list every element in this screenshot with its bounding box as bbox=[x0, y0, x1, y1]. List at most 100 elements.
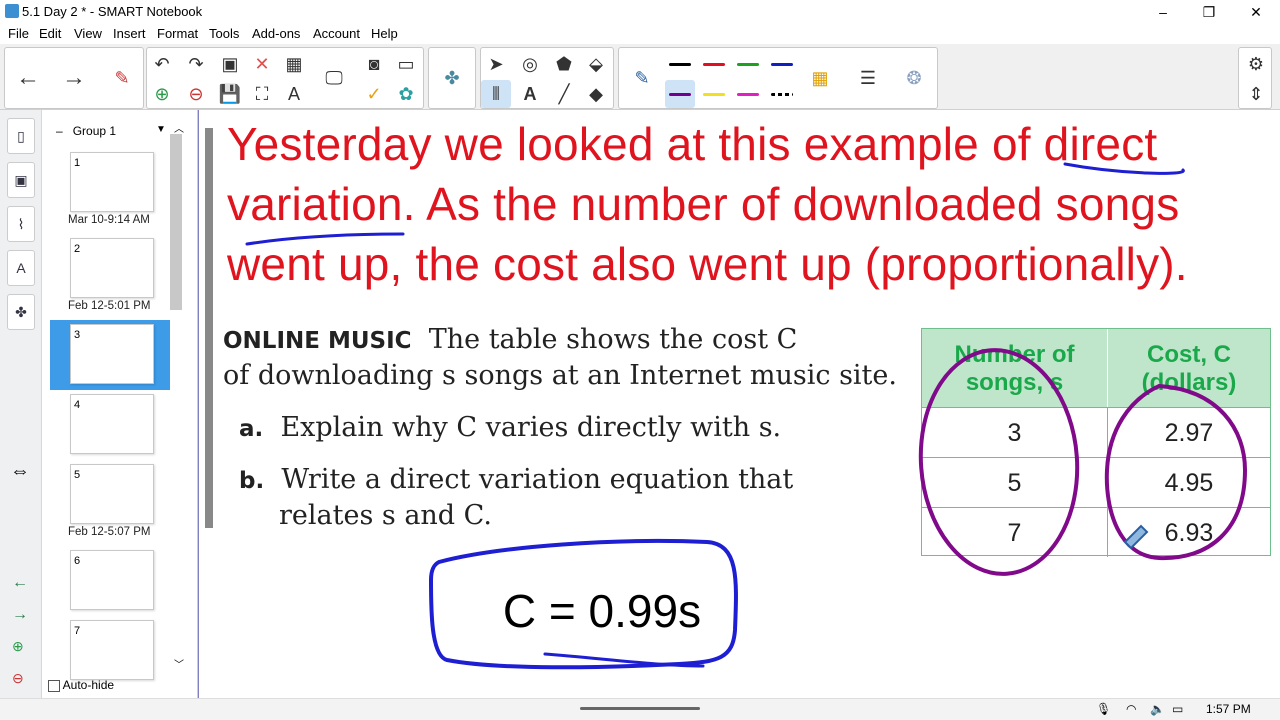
menu-format[interactable]: Format bbox=[157, 26, 198, 41]
gear-icon[interactable]: ⚙ bbox=[1241, 50, 1271, 78]
gallery-tab[interactable]: ▣ bbox=[7, 162, 35, 198]
page-thumbnail-6[interactable]: 6 bbox=[70, 550, 154, 610]
thumbnail-number: 7 bbox=[74, 625, 81, 637]
microphone-icon[interactable]: 🎙 bbox=[1096, 702, 1111, 716]
save-icon[interactable]: 💾 bbox=[215, 80, 245, 108]
fill-icon[interactable]: ⬙ bbox=[581, 50, 611, 78]
thumbnail-number: 6 bbox=[74, 555, 81, 567]
response-icon[interactable]: ✓ bbox=[359, 80, 389, 108]
pen-dashed-swatch[interactable] bbox=[767, 80, 797, 108]
page-thumbnail-7[interactable]: 7 bbox=[70, 620, 154, 680]
menu-insert[interactable]: Insert bbox=[113, 26, 146, 41]
toolbar: ← → ✎ ↶ ↷ ▣ ✕ ▦ ⊕ ⊖ 💾 ⛶ A 🖵 ◙ ▭ ✓ ✿ ✤ ➤ … bbox=[0, 44, 1280, 110]
capture-icon[interactable]: ◙ bbox=[359, 50, 389, 78]
properties-tab[interactable]: A bbox=[7, 250, 35, 286]
thumbnail-number: 5 bbox=[74, 469, 81, 481]
redo-icon[interactable]: ↷ bbox=[181, 50, 211, 78]
thumbnail-number: 3 bbox=[74, 329, 81, 341]
next-page-icon[interactable]: → bbox=[59, 64, 89, 92]
text-icon[interactable]: A bbox=[515, 80, 545, 108]
line-style-icon[interactable]: ☰ bbox=[853, 64, 883, 92]
ink-annotations[interactable] bbox=[199, 110, 1280, 698]
page-thumbnail-5[interactable]: 5 bbox=[70, 464, 154, 524]
menu-account[interactable]: Account bbox=[313, 26, 360, 41]
activity-builder-icon[interactable]: ✿ bbox=[391, 80, 421, 108]
menu-add-ons[interactable]: Add-ons bbox=[252, 26, 300, 41]
thumbnail-number: 2 bbox=[74, 243, 81, 255]
record-icon[interactable]: ▭ bbox=[391, 50, 421, 78]
resize-sidebar-icon[interactable]: ⇔ bbox=[10, 460, 30, 483]
select-icon[interactable]: ➤ bbox=[481, 50, 511, 78]
menu-help[interactable]: Help bbox=[371, 26, 398, 41]
screen-shade-icon[interactable]: 🖵 bbox=[319, 64, 349, 92]
add-page-icon[interactable]: ⊕ bbox=[147, 80, 177, 108]
fullscreen-icon[interactable]: ⛶ bbox=[247, 80, 277, 108]
minimize-button[interactable]: – bbox=[1148, 2, 1178, 22]
pen-black-swatch[interactable] bbox=[665, 50, 695, 78]
page-sorter-tab[interactable]: ▯ bbox=[7, 118, 35, 154]
menu-tools[interactable]: Tools bbox=[209, 26, 239, 41]
whiteboard-canvas[interactable]: Yesterday we looked at this example of d… bbox=[198, 110, 1280, 698]
page-thumbnail-3[interactable]: 3 bbox=[70, 324, 154, 384]
pen-blue-swatch[interactable] bbox=[767, 50, 797, 78]
table-icon[interactable]: ▦ bbox=[279, 50, 309, 78]
auto-hide-checkbox[interactable] bbox=[48, 679, 60, 692]
clear-page-icon[interactable]: ⊖ bbox=[181, 80, 211, 108]
page-thumbnail-2[interactable]: 2 bbox=[70, 238, 154, 298]
scroll-up-icon[interactable]: ︿ bbox=[174, 120, 184, 135]
pen-red-swatch[interactable] bbox=[699, 50, 729, 78]
pen-purple-swatch[interactable] bbox=[665, 80, 695, 108]
battery-icon[interactable]: ▭ bbox=[1172, 702, 1183, 716]
add-ons-icon[interactable]: ✤ bbox=[437, 64, 467, 92]
move-toolbar-icon[interactable]: ⇕ bbox=[1241, 80, 1271, 108]
page-thumbnail-4[interactable]: 4 bbox=[70, 394, 154, 454]
clock[interactable]: 1:57 PM bbox=[1206, 702, 1251, 716]
close-button[interactable]: ✕ bbox=[1241, 2, 1271, 22]
auto-hide-label: Auto-hide bbox=[62, 678, 115, 692]
eraser-icon[interactable]: ◆ bbox=[581, 80, 611, 108]
blue-underline-equation bbox=[543, 652, 705, 668]
group-dropdown-icon[interactable]: ▼ bbox=[156, 124, 166, 135]
previous-page-icon[interactable]: ← bbox=[13, 64, 43, 92]
fill-effects-icon[interactable]: ❂ bbox=[899, 64, 929, 92]
settings-group: ⚙ ⇕ bbox=[1238, 47, 1272, 109]
pens-icon[interactable]: ⫴ bbox=[481, 80, 511, 108]
pen-green-swatch[interactable] bbox=[733, 50, 763, 78]
pen-yellow-swatch[interactable] bbox=[699, 80, 729, 108]
delete-page-icon[interactable]: ✎ bbox=[107, 64, 137, 92]
shapes-icon[interactable]: ◎ bbox=[515, 50, 545, 78]
auto-hide-control[interactable]: Auto-hide bbox=[48, 678, 114, 692]
thumbnail-caption: Feb 12-5:01 PM bbox=[68, 300, 151, 312]
volume-icon[interactable]: 🔈 bbox=[1150, 702, 1165, 716]
paste-icon[interactable]: ▣ bbox=[215, 50, 245, 78]
group-header[interactable]: – Group 1 bbox=[56, 124, 116, 138]
sorter-scrollbar[interactable] bbox=[170, 134, 182, 310]
menu-edit[interactable]: Edit bbox=[39, 26, 61, 41]
nav-group: ← → ✎ bbox=[4, 47, 144, 109]
sidebar-back-icon[interactable]: ← bbox=[12, 574, 28, 592]
menu-file[interactable]: File bbox=[8, 26, 29, 41]
eraser-shape-icon[interactable]: ⬟ bbox=[549, 50, 579, 78]
scroll-down-icon[interactable]: ﹀ bbox=[174, 656, 184, 671]
edit-group: ↶ ↷ ▣ ✕ ▦ ⊕ ⊖ 💾 ⛶ A 🖵 ◙ ▭ ✓ ✿ bbox=[146, 47, 424, 109]
text-format-icon[interactable]: A bbox=[279, 80, 309, 108]
addons-group: ✤ bbox=[428, 47, 476, 109]
menu-view[interactable]: View bbox=[74, 26, 102, 41]
pen-icon[interactable]: ✎ bbox=[627, 64, 657, 92]
taskbar-handle[interactable] bbox=[580, 707, 700, 710]
wifi-icon[interactable]: ◠ bbox=[1126, 702, 1136, 716]
menu-bar: File Edit View Insert Format Tools Add-o… bbox=[0, 23, 1280, 44]
blue-underline-variation bbox=[245, 232, 405, 246]
pen-magenta-swatch[interactable] bbox=[733, 80, 763, 108]
undo-icon[interactable]: ↶ bbox=[147, 50, 177, 78]
page-thumbnail-1[interactable]: 1 bbox=[70, 152, 154, 212]
line-icon[interactable]: ╱ bbox=[549, 80, 579, 108]
sidebar-forward-icon[interactable]: → bbox=[12, 606, 28, 624]
maximize-button[interactable]: ❐ bbox=[1194, 2, 1224, 22]
attachments-tab[interactable]: ⌇ bbox=[7, 206, 35, 242]
sidebar-add-page-icon[interactable]: ⊕ bbox=[12, 638, 24, 655]
add-ons-tab[interactable]: ✤ bbox=[7, 294, 35, 330]
delete-icon[interactable]: ✕ bbox=[247, 50, 277, 78]
sidebar-delete-page-icon[interactable]: ⊖ bbox=[12, 670, 24, 687]
color-palette-icon[interactable]: ▦ bbox=[805, 64, 835, 92]
